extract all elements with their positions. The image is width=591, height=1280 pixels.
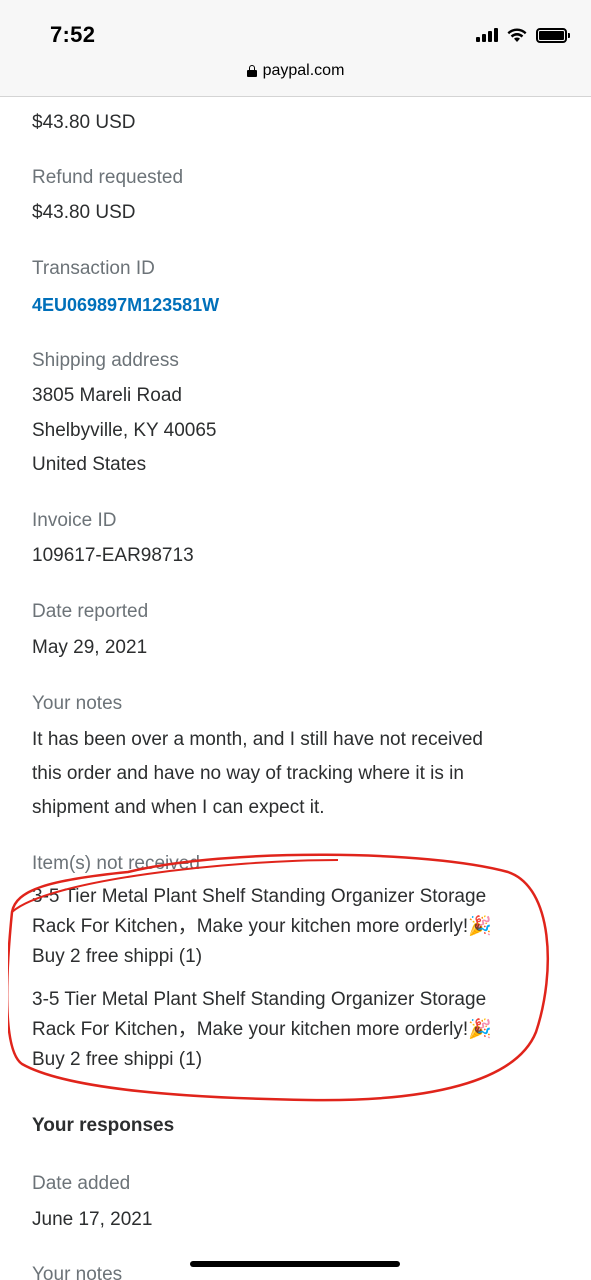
amount-value: $43.80 USD [32, 112, 136, 133]
notes-line-3: shipment and when I can expect it. [32, 797, 325, 818]
date-added-value: June 17, 2021 [32, 1209, 153, 1230]
shipping-line-3: United States [32, 454, 147, 475]
cellular-signal-icon [476, 28, 498, 42]
url-text: paypal.com [262, 62, 345, 79]
invoice-label: Invoice ID [32, 510, 117, 531]
date-reported-label: Date reported [32, 601, 149, 622]
notes-line-2: this order and have no way of tracking w… [32, 763, 464, 784]
invoice-value: 109617-EAR98713 [32, 545, 194, 566]
notes-line-1: It has been over a month, and I still ha… [32, 729, 483, 750]
item-1-line-3: Buy 2 free shippi (1) [32, 946, 203, 967]
shipping-line-1: 3805 Mareli Road [32, 385, 182, 406]
your-responses-heading: Your responses [32, 1115, 175, 1136]
item-1-line-2: Rack For Kitchen，Make your kitchen more … [32, 916, 492, 937]
refund-label: Refund requested [32, 167, 184, 188]
item-1-line-1: 3-5 Tier Metal Plant Shelf Standing Orga… [32, 886, 487, 907]
status-icons [476, 25, 570, 45]
shipping-label: Shipping address [32, 350, 179, 371]
wifi-icon [507, 27, 527, 42]
notes-label: Your notes [32, 693, 123, 714]
date-reported-value: May 29, 2021 [32, 637, 148, 658]
shipping-line-2: Shelbyville, KY 40065 [32, 420, 217, 441]
lock-icon [246, 65, 257, 77]
refund-value: $43.80 USD [32, 202, 136, 223]
home-indicator[interactable] [190, 1261, 400, 1267]
status-time: 7:52 [50, 22, 96, 47]
date-added-label: Date added [32, 1173, 131, 1194]
responses-notes-label: Your notes [32, 1264, 123, 1280]
transaction-label: Transaction ID [32, 258, 155, 279]
item-2-line-2: Rack For Kitchen，Make your kitchen more … [32, 1019, 492, 1040]
battery-icon [536, 27, 570, 43]
item-2-line-1: 3-5 Tier Metal Plant Shelf Standing Orga… [32, 989, 487, 1010]
address-bar[interactable]: paypal.com [0, 62, 591, 80]
transaction-id-link[interactable]: 4EU069897M123581W [32, 288, 219, 322]
browser-top-bar: 7:52 paypal.com [0, 0, 591, 97]
items-label: Item(s) not received [32, 853, 200, 874]
item-2-line-3: Buy 2 free shippi (1) [32, 1049, 203, 1070]
